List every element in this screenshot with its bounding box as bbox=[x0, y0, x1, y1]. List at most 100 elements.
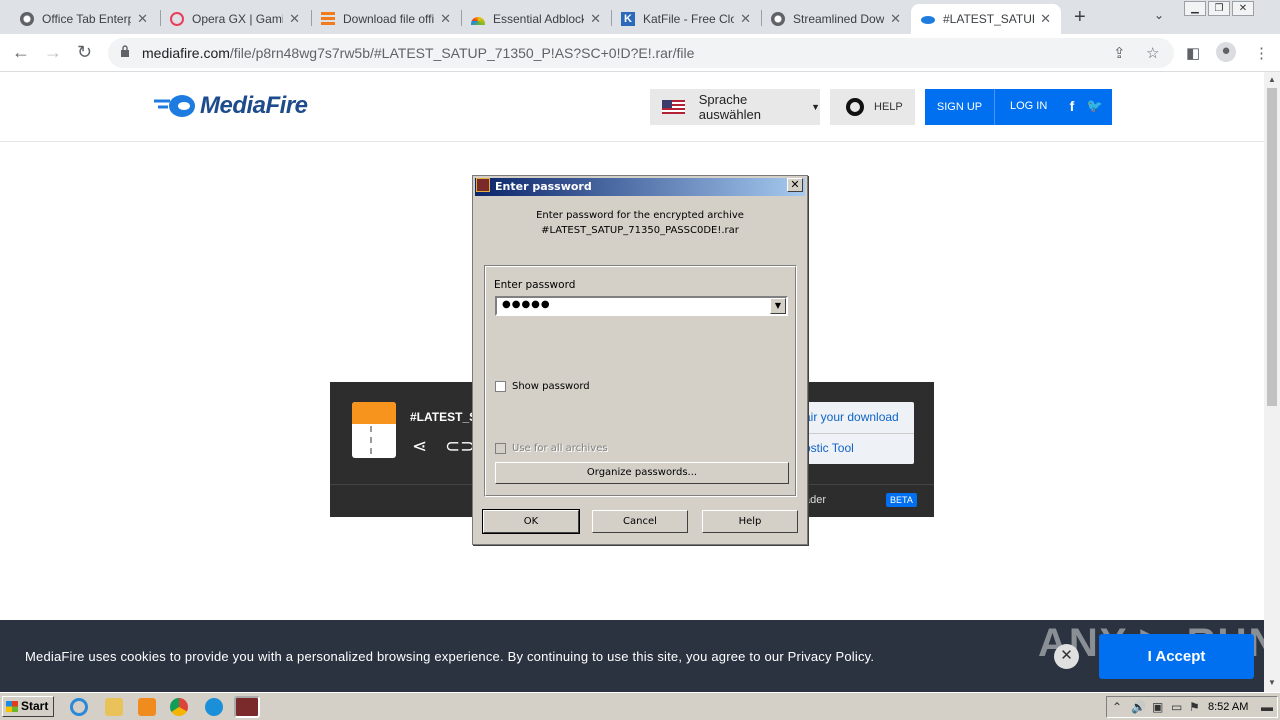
winrar-icon bbox=[476, 178, 490, 192]
scroll-up-icon[interactable]: ▲ bbox=[1268, 75, 1276, 84]
close-icon[interactable]: ✕ bbox=[590, 11, 601, 27]
show-desktop-icon[interactable]: ▬ bbox=[1261, 700, 1273, 714]
flag-icon[interactable]: ⚑ bbox=[1189, 700, 1200, 714]
layers-icon bbox=[321, 12, 335, 26]
dropdown-arrow-icon[interactable]: ▼ bbox=[770, 298, 786, 314]
winrar-taskbar-icon[interactable] bbox=[234, 696, 260, 718]
lock-icon bbox=[121, 45, 129, 57]
help-button[interactable]: Help bbox=[702, 510, 798, 533]
mediafire-logo[interactable]: MediaFire bbox=[152, 92, 308, 120]
cookie-text: MediaFire uses cookies to provide you wi… bbox=[25, 649, 875, 664]
page-scrollbar[interactable]: ▲ ▼ bbox=[1264, 72, 1280, 692]
archive-name: #LATEST_SATUP_71350_PASSC0DE!.rar bbox=[541, 225, 739, 236]
tab-bar: Office Tab Enterprise ✕ Opera GX | Gamin… bbox=[0, 0, 1280, 34]
facebook-icon[interactable]: f bbox=[1063, 98, 1081, 116]
cancel-button[interactable]: Cancel bbox=[592, 510, 688, 533]
close-window-icon[interactable]: ✕ bbox=[1232, 1, 1254, 16]
tab-mediafire-active[interactable]: #LATEST_SATUP_71350 ✕ bbox=[911, 4, 1061, 34]
organize-passwords-button[interactable]: Organize passwords... bbox=[495, 462, 789, 484]
media-player-icon[interactable] bbox=[138, 698, 156, 716]
diagnostic-tool-link[interactable]: ostic Tool bbox=[804, 441, 854, 455]
lifebuoy-icon bbox=[846, 98, 864, 116]
menu-dots-icon[interactable]: ⋮ bbox=[1254, 44, 1269, 62]
logo-text: MediaFire bbox=[200, 92, 308, 119]
sidebar-icon[interactable]: ◧ bbox=[1186, 44, 1200, 62]
close-icon[interactable]: ✕ bbox=[890, 11, 901, 27]
close-icon[interactable]: ✕ bbox=[1040, 11, 1051, 27]
us-flag-icon bbox=[662, 100, 685, 114]
tab-label: KatFile - Free Cloud bbox=[643, 12, 735, 26]
edge-icon[interactable] bbox=[205, 698, 223, 716]
reload-icon[interactable]: ↻ bbox=[77, 42, 92, 63]
tab-katfile[interactable]: K KatFile - Free Cloud ✕ bbox=[611, 4, 761, 34]
window-controls: ▁ ❐ ✕ bbox=[1184, 1, 1254, 17]
system-tray: ⌃ 🔊 ▣ ▭ ⚑ 8:52 AM ▬ bbox=[1106, 696, 1278, 718]
help-label: HELP bbox=[874, 101, 903, 113]
help-button[interactable]: HELP bbox=[830, 89, 915, 125]
tab-office-tab[interactable]: Office Tab Enterprise ✕ bbox=[10, 4, 158, 34]
close-icon[interactable]: ✕ bbox=[440, 11, 451, 27]
close-icon[interactable]: ✕ bbox=[137, 11, 148, 27]
network-icon[interactable]: ▣ bbox=[1152, 700, 1163, 714]
mediafire-icon bbox=[921, 16, 935, 24]
volume-icon[interactable]: 🔊 bbox=[1131, 700, 1146, 714]
share-icon[interactable]: ⇪ bbox=[1113, 44, 1126, 62]
minimize-icon[interactable]: ▁ bbox=[1184, 1, 1206, 16]
ie-icon[interactable] bbox=[70, 698, 88, 716]
twitter-icon[interactable]: 🐦 bbox=[1086, 98, 1104, 116]
close-icon[interactable]: ✕ bbox=[289, 11, 300, 27]
auth-box: SIGN UP LOG IN f 🐦 bbox=[925, 89, 1112, 125]
new-tab-button[interactable]: + bbox=[1074, 6, 1086, 29]
password-dialog: Enter password ✕ Enter password for the … bbox=[472, 175, 808, 545]
file-name: #LATEST_S bbox=[410, 410, 478, 424]
bookmark-star-icon[interactable]: ☆ bbox=[1146, 44, 1159, 62]
language-selector[interactable]: Sprache auswählen ▼ bbox=[650, 89, 820, 125]
use-for-all-checkbox[interactable] bbox=[495, 443, 506, 454]
share-icon[interactable]: ⋖ bbox=[412, 436, 427, 457]
url-host: mediafire.com bbox=[142, 45, 230, 61]
taskbar: Start ⌃ 🔊 ▣ ▭ ⚑ 8:52 AM ▬ bbox=[0, 692, 1280, 720]
folder-icon[interactable] bbox=[105, 698, 123, 716]
url-text: mediafire.com/file/p8rn48wg7s7rw5b/#LATE… bbox=[142, 45, 694, 61]
tab-essential-adblocker[interactable]: Essential Adblocker ✕ bbox=[461, 4, 611, 34]
tab-search-icon[interactable]: ⌄ bbox=[1154, 8, 1164, 22]
browser-toolbar: ← → ↻ mediafire.com/file/p8rn48wg7s7rw5b… bbox=[0, 34, 1280, 72]
restore-icon[interactable]: ❐ bbox=[1208, 1, 1230, 16]
clock[interactable]: 8:52 AM bbox=[1208, 701, 1248, 713]
mediafire-header: MediaFire Sprache auswählen ▼ HELP SIGN … bbox=[0, 72, 1264, 142]
link-icon[interactable]: ⊂⊃ bbox=[445, 436, 475, 457]
accept-cookies-button[interactable]: I Accept bbox=[1099, 634, 1254, 679]
start-button[interactable]: Start bbox=[2, 696, 54, 717]
show-password-checkbox[interactable] bbox=[495, 381, 506, 392]
scroll-down-icon[interactable]: ▼ bbox=[1268, 678, 1276, 687]
address-bar[interactable]: mediafire.com/file/p8rn48wg7s7rw5b/#LATE… bbox=[108, 38, 1174, 68]
windows-logo-icon bbox=[6, 701, 18, 712]
forward-icon[interactable]: → bbox=[44, 42, 62, 63]
opera-icon bbox=[170, 12, 184, 26]
dialog-titlebar[interactable]: Enter password bbox=[475, 178, 805, 196]
password-input[interactable]: ●●●●● ▼ bbox=[495, 296, 788, 316]
chrome-icon[interactable] bbox=[170, 698, 188, 716]
mediafire-flame-icon bbox=[154, 95, 195, 117]
profile-icon[interactable]: ● bbox=[1216, 42, 1236, 62]
tab-label: Streamlined Download bbox=[793, 12, 885, 26]
password-label: Enter password bbox=[494, 279, 576, 291]
close-icon[interactable]: ✕ bbox=[787, 178, 803, 192]
battery-icon[interactable]: ▭ bbox=[1171, 700, 1182, 714]
tray-expand-icon[interactable]: ⌃ bbox=[1112, 700, 1122, 714]
ok-button[interactable]: OK bbox=[482, 509, 580, 534]
repair-download-link[interactable]: air your download bbox=[804, 410, 899, 424]
close-icon[interactable]: ✕ bbox=[1054, 644, 1079, 669]
tab-streamlined-download[interactable]: Streamlined Download ✕ bbox=[761, 4, 911, 34]
tab-download-file[interactable]: Download file office ✕ bbox=[311, 4, 461, 34]
chrome-icon bbox=[20, 12, 34, 26]
back-icon[interactable]: ← bbox=[12, 42, 30, 63]
language-label: Sprache auswählen bbox=[698, 92, 761, 122]
scroll-thumb[interactable] bbox=[1267, 88, 1277, 406]
login-button[interactable]: LOG IN bbox=[1010, 100, 1047, 112]
close-icon[interactable]: ✕ bbox=[740, 11, 751, 27]
tab-label: Download file office bbox=[343, 12, 435, 26]
signup-button[interactable]: SIGN UP bbox=[925, 89, 995, 125]
tab-label: Office Tab Enterprise bbox=[42, 12, 132, 26]
tab-opera-gx[interactable]: Opera GX | Gaming Browser ✕ bbox=[160, 4, 310, 34]
